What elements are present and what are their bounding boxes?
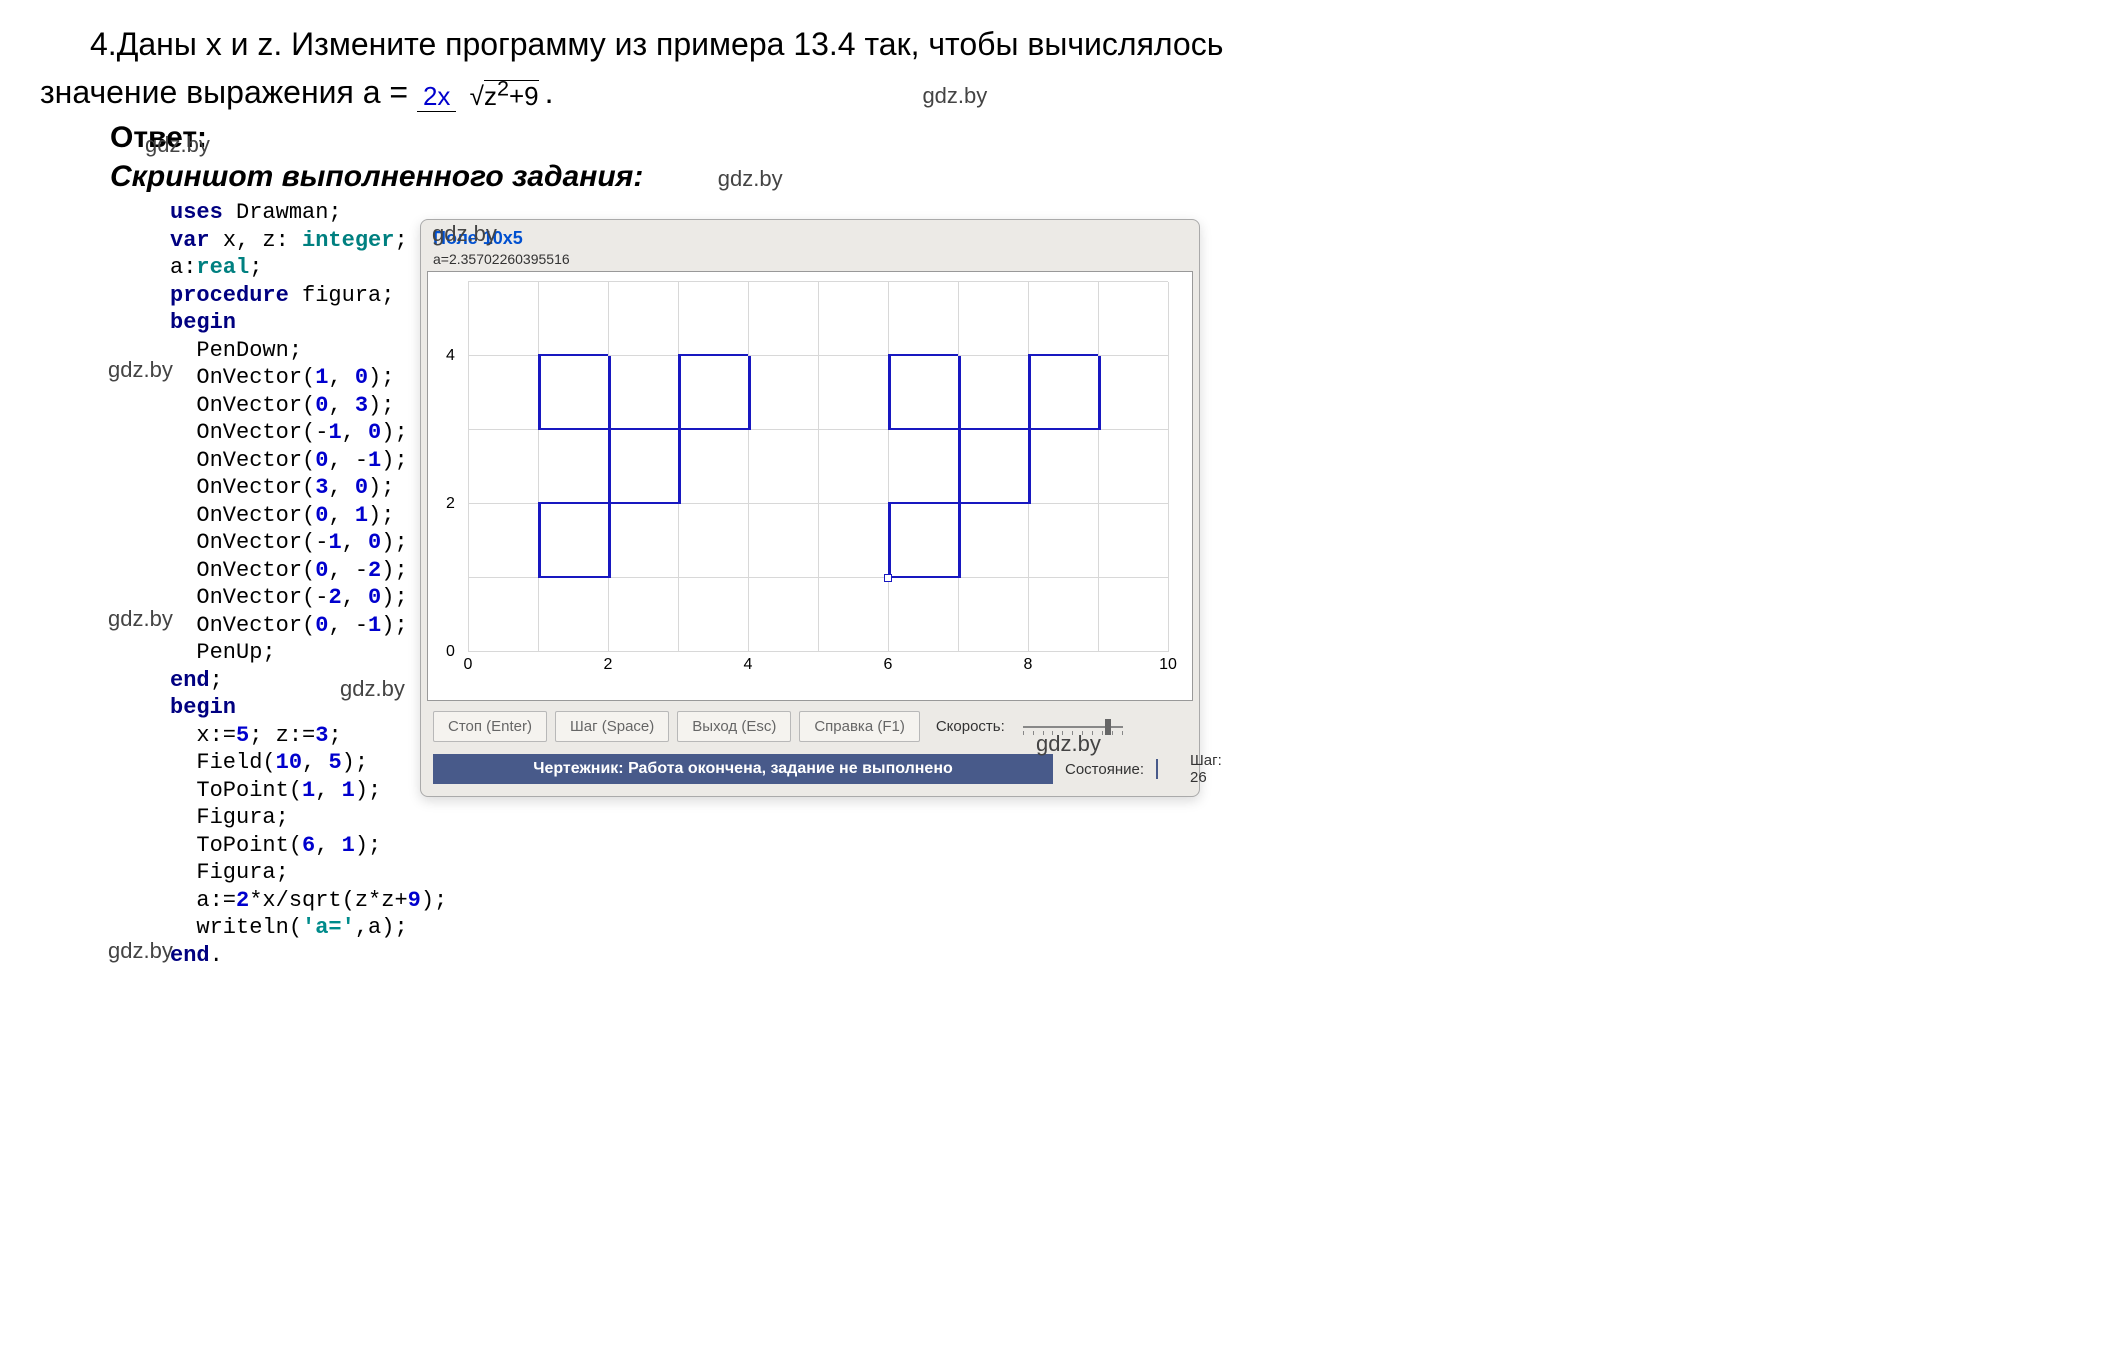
watermark: gdz.by [145, 132, 210, 158]
x-tick: 0 [464, 656, 473, 674]
watermark: gdz.by [922, 83, 987, 108]
figura2-seg [888, 354, 958, 357]
state-label: Состояние: [1065, 761, 1144, 778]
help-button[interactable]: Справка (F1) [799, 711, 920, 742]
watermark: gdz.by [718, 166, 783, 191]
x-tick: 4 [744, 656, 753, 674]
y-tick: 2 [446, 495, 455, 513]
watermark: gdz.by [340, 676, 405, 702]
field-title: Поле 10x5 [427, 226, 1193, 251]
speed-slider[interactable] [1023, 717, 1123, 737]
figura1-seg [678, 356, 681, 504]
output-result: a=2.35702260395516 [427, 251, 1193, 271]
answer-label: Ответ: [110, 121, 2093, 155]
figura1-seg [538, 504, 541, 578]
speed-label: Скорость: [936, 718, 1005, 735]
x-tick: 2 [604, 656, 613, 674]
figura1-seg [538, 354, 608, 357]
figura2-seg [888, 428, 1098, 431]
figura2-seg [888, 502, 1028, 505]
watermark: gdz.by [432, 221, 497, 247]
problem-text1: Даны x и z. Измените программу из пример… [117, 26, 1224, 62]
x-tick: 10 [1159, 656, 1177, 674]
step-button[interactable]: Шаг (Space) [555, 711, 669, 742]
watermark: gdz.by [108, 606, 173, 632]
figura1-seg [538, 428, 748, 431]
figura1-seg [538, 502, 678, 505]
watermark: gdz.by [108, 357, 173, 383]
figura2-seg [1028, 356, 1031, 504]
figura1-seg [748, 356, 751, 430]
problem-statement: 4.Даны x и z. Измените программу из прим… [90, 20, 2063, 116]
figura2-seg [888, 504, 891, 578]
drawman-window: Поле 10x5 a=2.35702260395516 [420, 219, 1200, 797]
figura2-seg [888, 356, 891, 430]
exit-button[interactable]: Выход (Esc) [677, 711, 791, 742]
figura2-seg [1028, 354, 1098, 357]
drawing-canvas: 0 2 4 6 8 10 0 2 4 [427, 271, 1193, 701]
code-editor: gdz.by gdz.by gdz.by uses Drawman; var x… [10, 199, 400, 969]
stop-button[interactable]: Стоп (Enter) [433, 711, 547, 742]
y-tick: 4 [446, 347, 455, 365]
figura1-seg [608, 356, 611, 578]
screenshot-label: Скриншот выполненного задания: [110, 160, 643, 194]
figura2-seg [888, 576, 958, 579]
drawman-cursor [884, 574, 892, 582]
problem-text2: значение выражения a = [40, 74, 408, 110]
frac-num: 2x [417, 81, 456, 112]
status-message: Чертежник: Работа окончена, задание не в… [433, 754, 1053, 784]
figura2-seg [958, 356, 961, 578]
watermark: gdz.by [108, 938, 173, 964]
step-count: Шаг: 26 [1190, 752, 1222, 786]
y-tick: 0 [446, 643, 455, 661]
problem-number: 4. [90, 26, 117, 62]
figura1-seg [538, 356, 541, 430]
x-tick: 8 [1024, 656, 1033, 674]
x-tick: 6 [884, 656, 893, 674]
figura1-seg [678, 354, 748, 357]
figura2-seg [1098, 356, 1101, 430]
state-indicator-icon [1156, 759, 1158, 779]
frac-den: √z2+9 [464, 81, 545, 111]
figura1-seg [538, 576, 608, 579]
fraction: 2x √z2+9 [417, 73, 545, 117]
